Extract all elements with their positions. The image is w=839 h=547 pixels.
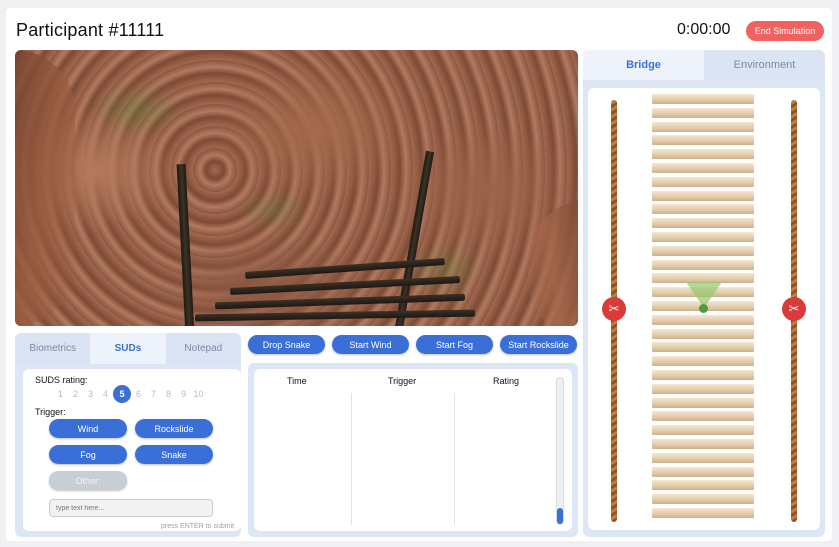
start-fog-button[interactable]: Start Fog xyxy=(416,335,493,354)
trigger-fog-button[interactable]: Fog xyxy=(49,445,127,464)
rating-option-selected[interactable]: 5 xyxy=(113,385,131,403)
rating-option[interactable]: 9 xyxy=(176,389,191,399)
bridge-plank xyxy=(229,275,461,296)
column-header-trigger: Trigger xyxy=(388,376,417,386)
bridge-plank xyxy=(652,494,754,505)
participant-position-marker xyxy=(699,304,708,313)
cliff-right xyxy=(528,200,578,326)
suds-panel: Biometrics SUDs Notepad SUDS rating: 1 2… xyxy=(15,333,241,537)
bridge-plank xyxy=(244,258,446,279)
rating-option[interactable]: 4 xyxy=(98,389,113,399)
bridge-plank xyxy=(652,107,754,118)
log-scroll-thumb[interactable] xyxy=(557,508,563,524)
bridge-plank xyxy=(652,452,754,463)
tab-bridge[interactable]: Bridge xyxy=(583,50,704,80)
bridge-plank xyxy=(652,135,754,146)
bridge-plank xyxy=(652,259,754,270)
bridge-plank xyxy=(652,162,754,173)
suds-rating-label: SUDS rating: xyxy=(35,375,88,385)
rating-option[interactable]: 7 xyxy=(146,389,161,399)
rating-option[interactable]: 6 xyxy=(131,389,146,399)
bridge-plank xyxy=(652,231,754,242)
bridge-plank xyxy=(652,507,754,518)
log-scrollbar[interactable] xyxy=(556,377,564,525)
bridge-plank xyxy=(652,149,754,160)
right-tab-bar: Bridge Environment xyxy=(583,50,825,80)
rating-option[interactable]: 10 xyxy=(191,389,206,399)
bridge-plank xyxy=(652,425,754,436)
rating-option[interactable]: 2 xyxy=(68,389,83,399)
bridge-plank xyxy=(652,342,754,353)
scissors-icon[interactable]: ✂ xyxy=(782,297,806,321)
column-header-rating: Rating xyxy=(493,376,520,386)
bridge-plank xyxy=(652,369,754,380)
tab-biometrics[interactable]: Biometrics xyxy=(15,333,91,364)
bridge-plank xyxy=(652,466,754,477)
trigger-rockslide-button[interactable]: Rockslide xyxy=(135,419,213,438)
other-trigger-input[interactable] xyxy=(49,499,213,517)
trigger-label: Trigger: xyxy=(35,407,66,417)
bridge-panel: Bridge Environment ✂ ✂ xyxy=(583,50,825,537)
event-log-table: Time Trigger Rating xyxy=(254,369,572,531)
bridge-plank xyxy=(652,356,754,367)
bridge-plank xyxy=(194,309,476,322)
trigger-other-button[interactable]: Other: xyxy=(49,471,127,490)
tab-environment[interactable]: Environment xyxy=(704,50,825,80)
tab-suds[interactable]: SUDs xyxy=(90,333,166,364)
submit-hint: press ENTER to submit xyxy=(161,523,235,530)
start-wind-button[interactable]: Start Wind xyxy=(332,335,409,354)
bridge-plank xyxy=(652,245,754,256)
bridge-plank xyxy=(652,204,754,215)
trigger-snake-button[interactable]: Snake xyxy=(135,445,213,464)
column-header-time: Time xyxy=(287,376,307,386)
bridge-plank xyxy=(652,190,754,201)
bridge-map: ✂ ✂ xyxy=(588,88,820,530)
bridge-plank xyxy=(652,121,754,132)
start-rockslide-button[interactable]: Start Rockslide xyxy=(500,335,577,354)
bridge-plank xyxy=(652,94,754,104)
tab-notepad[interactable]: Notepad xyxy=(165,333,241,364)
bridge-plank xyxy=(652,218,754,229)
rating-option[interactable]: 3 xyxy=(83,389,98,399)
bridge-plank xyxy=(652,480,754,491)
bridge-plank xyxy=(652,383,754,394)
bridge-plank xyxy=(652,397,754,408)
trigger-wind-button[interactable]: Wind xyxy=(49,419,127,438)
bridge-post-left xyxy=(176,163,195,326)
rating-option[interactable]: 1 xyxy=(53,389,68,399)
bridge-plank xyxy=(652,411,754,422)
rating-option[interactable]: 8 xyxy=(161,389,176,399)
column-divider xyxy=(351,393,352,525)
end-simulation-button[interactable]: End Simulation xyxy=(746,21,824,41)
cliff-left xyxy=(15,50,75,326)
participant-title: Participant #11111 xyxy=(16,20,165,40)
event-log-panel: Time Trigger Rating xyxy=(248,363,578,537)
vr-scene-view xyxy=(15,50,578,326)
bridge-plank xyxy=(652,328,754,339)
drop-snake-button[interactable]: Drop Snake xyxy=(248,335,325,354)
scissors-icon[interactable]: ✂ xyxy=(602,297,626,321)
column-divider xyxy=(454,393,455,525)
bridge-plank xyxy=(652,438,754,449)
left-tab-bar: Biometrics SUDs Notepad xyxy=(15,333,241,364)
session-timer: 0:00:00 xyxy=(677,21,731,38)
bridge-plank xyxy=(652,176,754,187)
bridge-plank xyxy=(214,293,466,310)
suds-rating-scale: 1 2 3 4 5 6 7 8 9 10 xyxy=(53,385,206,403)
bridge-plank xyxy=(652,314,754,325)
